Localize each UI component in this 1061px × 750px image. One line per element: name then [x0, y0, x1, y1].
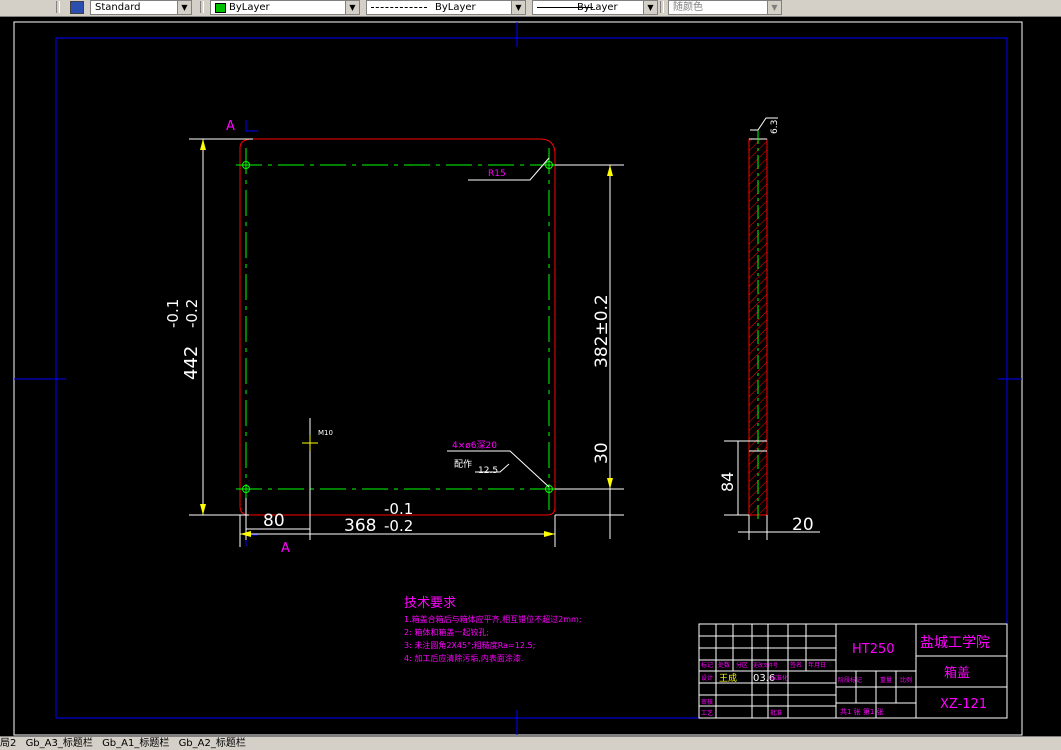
tb-process-label: 工艺: [701, 709, 713, 717]
chevron-down-icon[interactable]: ▼: [177, 1, 191, 14]
tb-approve-label: 批准: [770, 709, 782, 717]
linetype-preview-icon: [371, 7, 427, 8]
layout-tab[interactable]: Gb_A2_标题栏: [179, 738, 246, 749]
tb-drawing-no: XZ-121: [940, 697, 987, 712]
tech-req-item-4: 4: 加工后应清除污垢,内表面涂漆.: [404, 653, 523, 663]
properties-toolbar: Standard ▼ ByLayer ▼ ByLayer ▼ ByLayer ▼…: [0, 0, 1061, 17]
dim-overall-height: 442: [181, 346, 202, 380]
color-combo[interactable]: ByLayer ▼: [210, 0, 360, 15]
side-section-view: [748, 130, 768, 522]
toolbar-separator: [200, 1, 204, 13]
tb-hdr-zone: 分区: [736, 661, 748, 669]
section-label-bottom: A: [281, 541, 290, 556]
layout-tab[interactable]: Gb_A1_标题栏: [102, 738, 169, 749]
dim-hole-spacing-v: 382±0.2: [592, 294, 612, 368]
text-style-combo[interactable]: Standard ▼: [90, 0, 192, 15]
tech-req-item-2: 2: 箱体和箱盖一起铰孔;: [404, 627, 489, 637]
section-label-top: A: [226, 119, 235, 134]
tb-hdr-mark: 标记: [701, 661, 713, 669]
label-r15: R15: [488, 169, 506, 179]
tb-review-label: 审核: [701, 698, 713, 706]
layout-tab[interactable]: Gb_A3_标题栏: [26, 738, 93, 749]
center-lines: [236, 148, 560, 512]
tb-design-label: 设计: [701, 674, 713, 682]
tech-req-item-1: 1.箱盖合箱后与箱体应平齐,相互错位不超过2mm;: [404, 614, 582, 624]
dim-width: 368: [344, 516, 376, 536]
label-match: 配作: [454, 458, 472, 470]
toolbar-separator: [56, 1, 60, 13]
dimension-lines: [189, 138, 624, 547]
label-holes: 4×ø6深20: [452, 440, 497, 451]
color-swatch-icon: [215, 3, 226, 13]
chevron-down-icon[interactable]: ▼: [643, 1, 657, 14]
sheet-outer-border: [13, 21, 1023, 736]
dim-overall-height-tol-upper: -0.1: [164, 299, 182, 328]
bolt-holes: [242, 161, 553, 493]
roughness-6-3: 6.3: [770, 120, 780, 134]
dim-80: 80: [263, 511, 285, 531]
dim-30: 30: [592, 442, 612, 464]
tb-std-label: 标准化: [770, 674, 788, 682]
linetype-value: ByLayer: [435, 2, 476, 13]
chevron-down-icon[interactable]: ▼: [767, 1, 781, 14]
dim-width-tol-upper: -0.1: [384, 500, 413, 518]
tb-stage-mark: 阶段标记: [838, 676, 862, 684]
side-dimension-lines: [724, 117, 820, 540]
tb-hdr-date: 年月日: [808, 661, 826, 669]
chevron-down-icon[interactable]: ▼: [511, 1, 525, 14]
layout-tab-bar: 局2 Gb_A3_标题栏 Gb_A1_标题栏 Gb_A2_标题栏: [0, 736, 1061, 750]
dimension-arrows: [200, 139, 613, 537]
tb-material: HT250: [852, 642, 895, 657]
leader-lines: [447, 157, 550, 488]
color-value: ByLayer: [229, 2, 270, 13]
chevron-down-icon[interactable]: ▼: [345, 1, 359, 14]
plotstyle-combo[interactable]: 随颜色 ▼: [668, 0, 782, 15]
section-marks: [245, 120, 258, 546]
tb-part-name: 箱盖: [944, 665, 970, 681]
tb-scale: 比例: [900, 676, 912, 684]
plate-outline: [239, 138, 556, 516]
tb-school: 盐城工学院: [920, 635, 990, 651]
layout-tab[interactable]: 局2: [0, 738, 16, 749]
text-style-icon[interactable]: [70, 1, 84, 14]
tb-hdr-count: 处数: [718, 661, 730, 669]
dim-20: 20: [792, 515, 814, 535]
label-m10: M10: [318, 429, 333, 437]
lineweight-combo[interactable]: ByLayer ▼: [532, 0, 658, 15]
tb-hdr-sign: 签名: [790, 661, 802, 669]
plotstyle-value: 随颜色: [673, 2, 703, 13]
dim-width-tol-lower: -0.2: [384, 517, 413, 535]
dim-overall-height-tol-lower: -0.2: [183, 299, 201, 328]
tech-req-item-3: 3: 未注圆角2X45°;粗糙度Ra=12.5;: [404, 640, 535, 650]
m10-crosshair: [302, 435, 318, 451]
center-marks: [14, 22, 1022, 735]
text-style-value: Standard: [95, 2, 141, 13]
tech-req-title: 技术要求: [404, 596, 456, 611]
linetype-combo[interactable]: ByLayer ▼: [366, 0, 526, 15]
dim-84: 84: [718, 472, 737, 492]
label-roughness-12-5: 12.5: [478, 466, 498, 476]
tb-hdr-change-doc: 更改文件号: [753, 662, 778, 669]
drawing-canvas[interactable]: A A 442 -0.1 -0.2 382±0.2 30 80 368 -0.1…: [0, 17, 1061, 736]
tb-sheet-info: 共1 张 第1 张: [840, 707, 884, 716]
tb-designer: 王成: [719, 672, 737, 684]
lineweight-value: ByLayer: [577, 2, 618, 13]
toolbar-separator: [660, 1, 664, 13]
tb-weight: 重量: [880, 676, 892, 684]
